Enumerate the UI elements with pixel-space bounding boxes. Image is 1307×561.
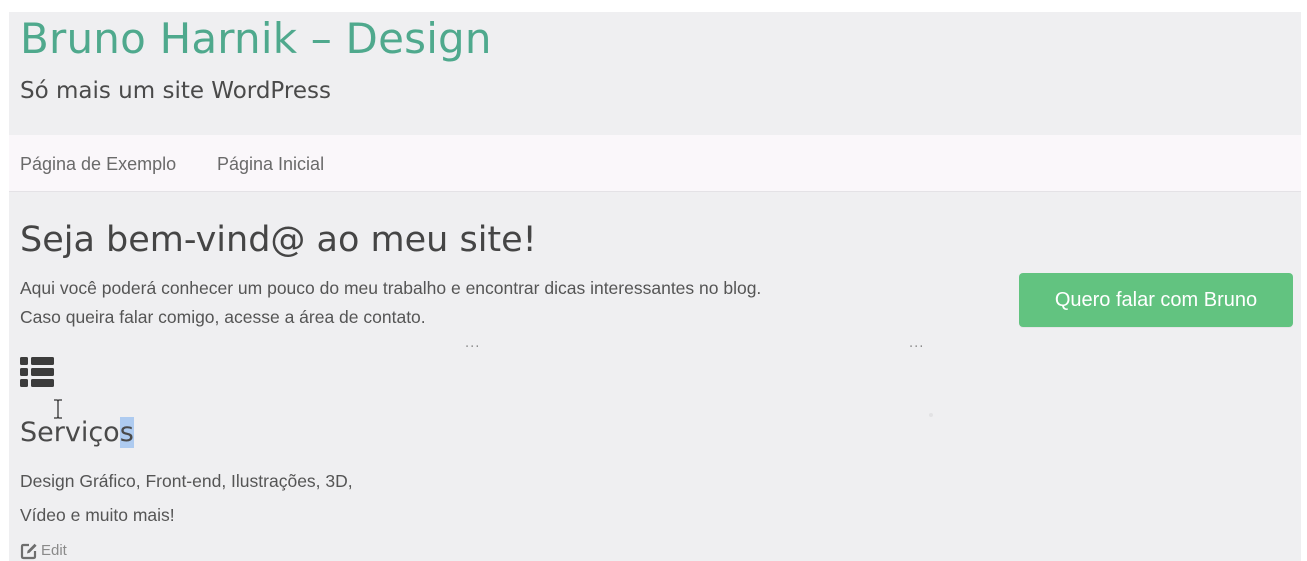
edit-link[interactable]: Edit — [20, 541, 67, 561]
ellipsis-marker: ... — [909, 336, 925, 351]
text-selection: s — [119, 417, 134, 448]
services-text-line: Design Gráfico, Front-end, Ilustrações, … — [20, 471, 353, 491]
edit-label: Edit — [41, 542, 67, 559]
ellipsis-marker: ... — [465, 336, 481, 351]
intro-text-line: Aqui você poderá conhecer um pouco do me… — [20, 278, 762, 298]
site-tagline: Só mais um site WordPress — [20, 78, 331, 104]
contact-bruno-button[interactable]: Quero falar com Bruno — [1019, 273, 1293, 327]
speck — [929, 413, 933, 417]
intro-text-line: Caso queira falar comigo, acesse a área … — [20, 307, 426, 327]
page: Bruno Harnik – Design Só mais um site Wo… — [0, 0, 1307, 561]
edit-icon — [20, 543, 37, 560]
site-title[interactable]: Bruno Harnik – Design — [20, 10, 492, 68]
welcome-title: Seja bem-vind@ ao meu site! — [20, 220, 537, 260]
services-title[interactable]: Serviços — [20, 413, 134, 453]
nav-item-pagina-inicial[interactable]: Página Inicial — [217, 153, 324, 175]
services-text-line: Vídeo e muito mais! — [20, 505, 175, 525]
list-icon — [20, 357, 54, 387]
services-title-text: Serviço — [20, 417, 120, 448]
nav-item-pagina-de-exemplo[interactable]: Página de Exemplo — [20, 153, 176, 175]
main-navigation: Página de Exemplo Página Inicial — [9, 135, 1301, 192]
